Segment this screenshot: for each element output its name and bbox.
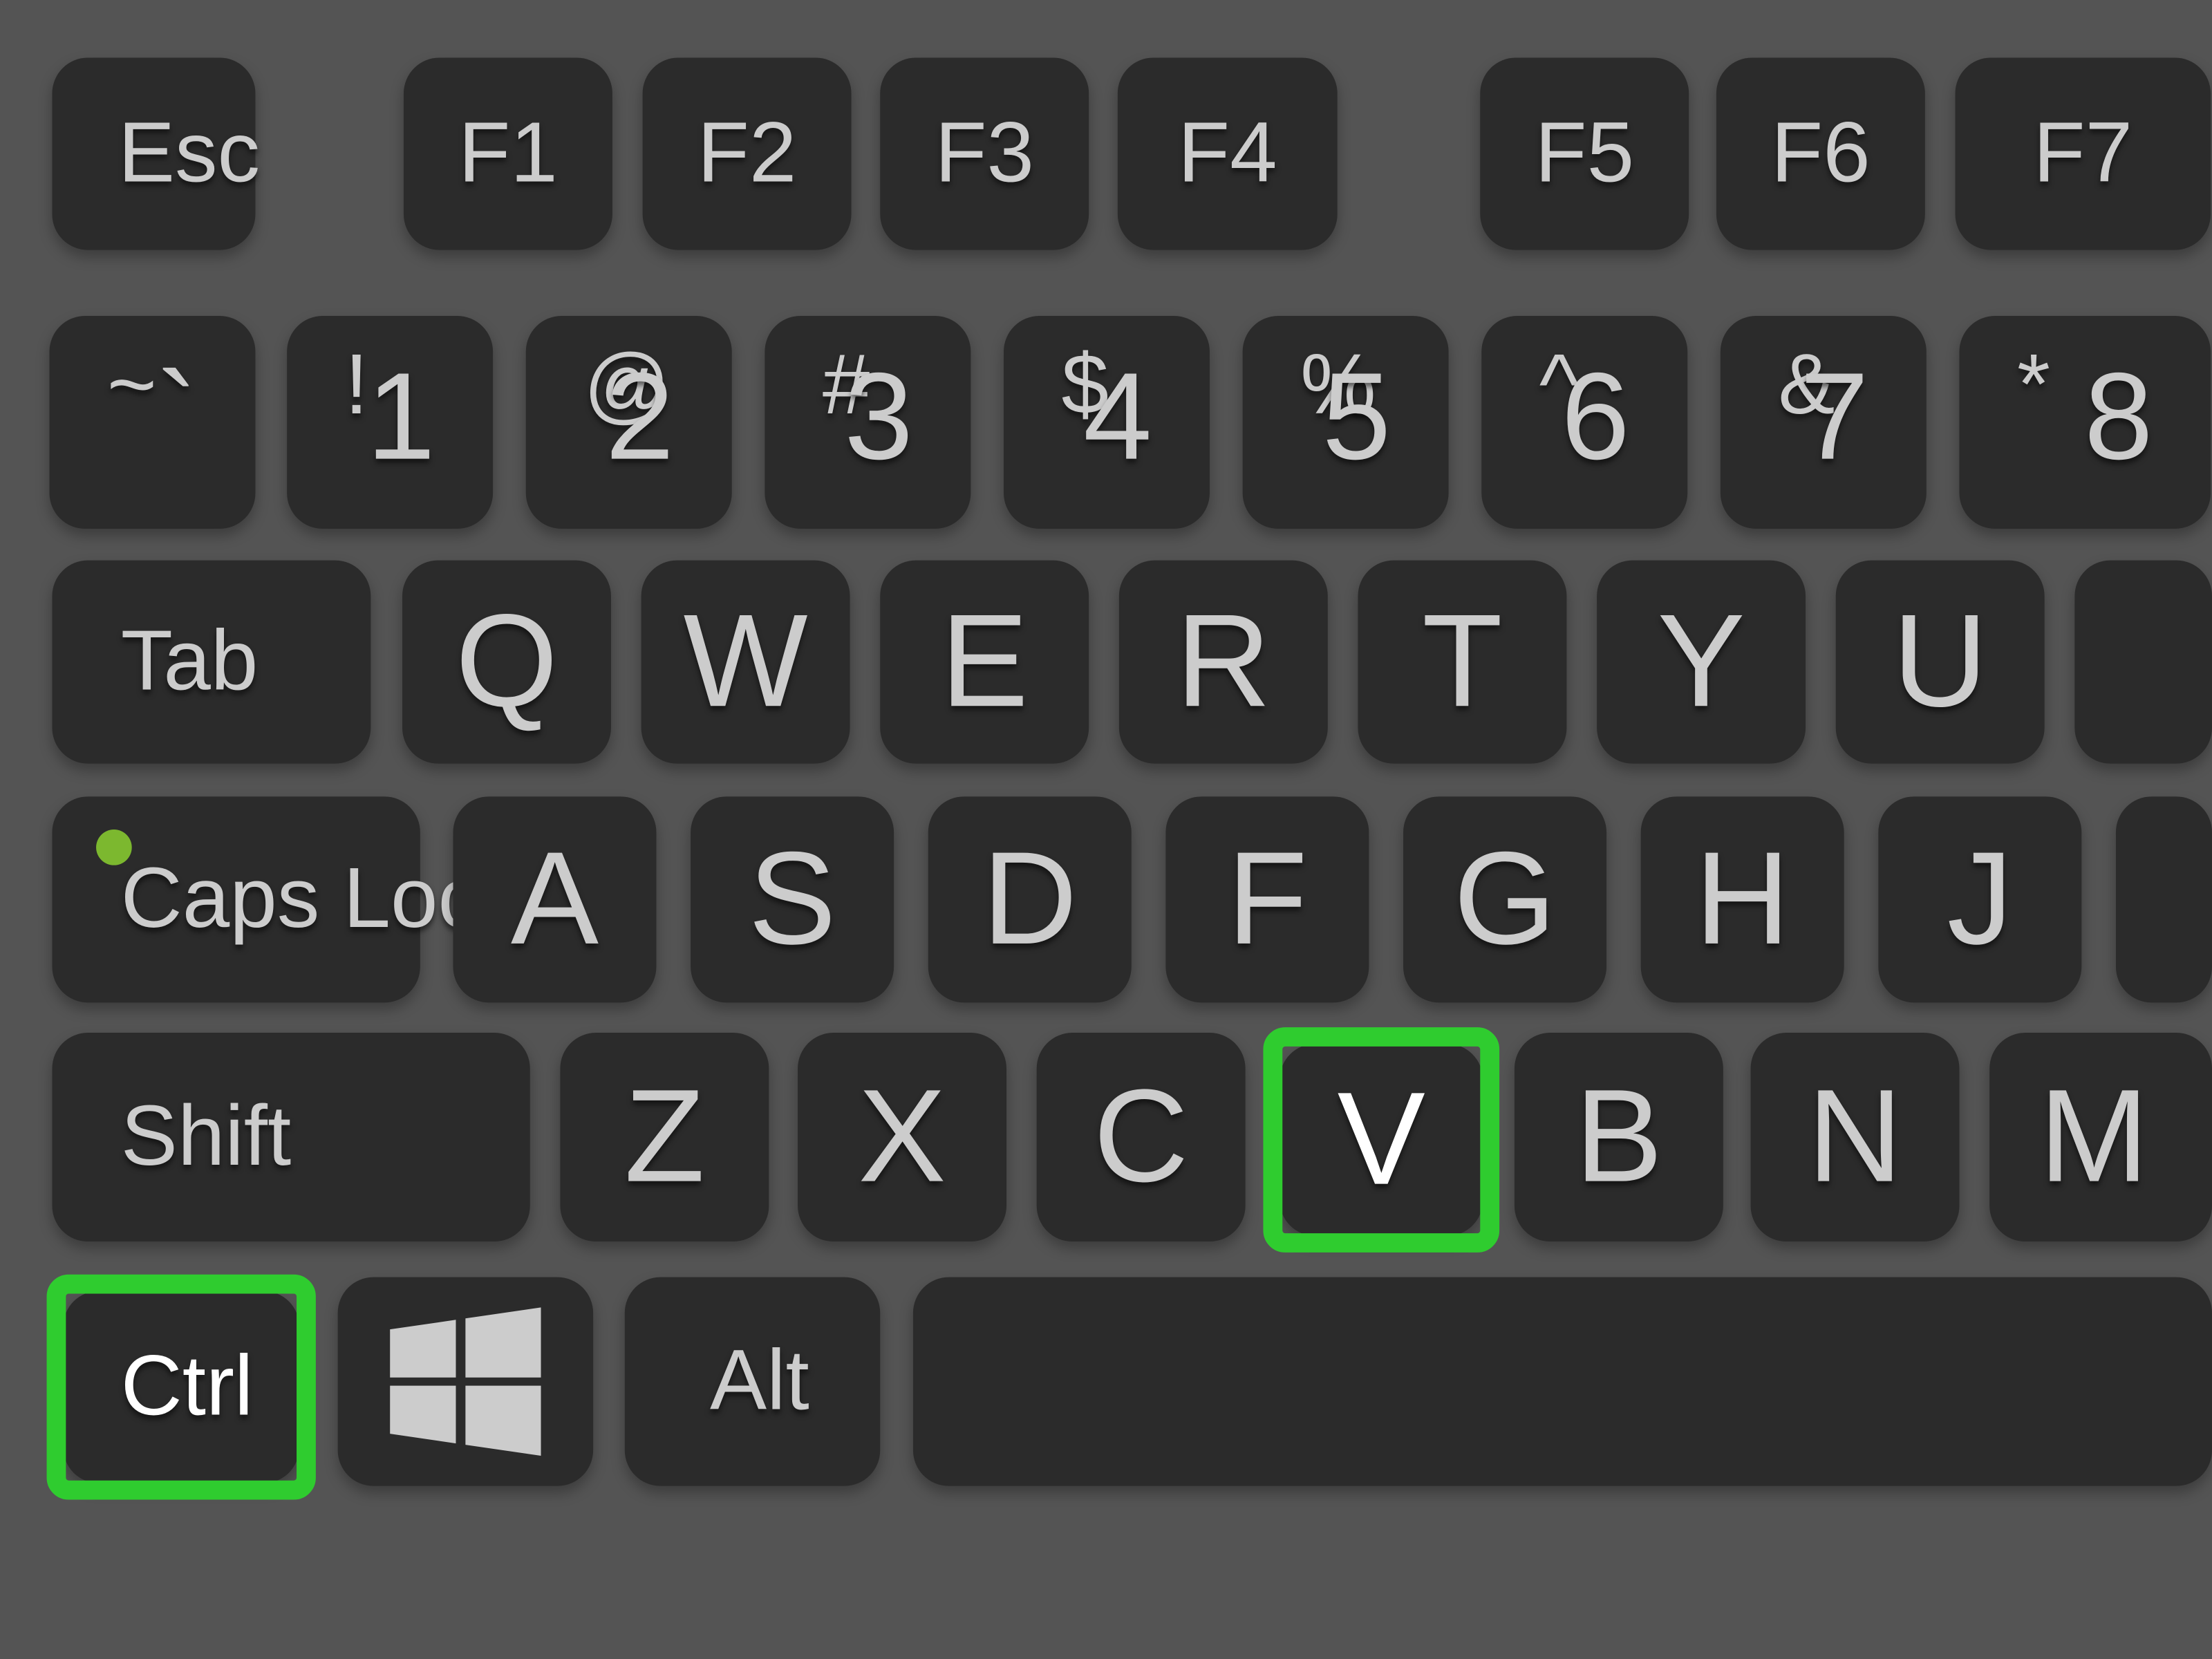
key-f2-label: F2: [697, 105, 797, 201]
key-shift[interactable]: Shift: [52, 1033, 530, 1242]
key-shift-label: Shift: [120, 1089, 292, 1184]
key-f2[interactable]: F2: [642, 57, 852, 250]
key-m[interactable]: M: [1989, 1033, 2212, 1242]
key-6[interactable]: ^ 6: [1481, 315, 1688, 529]
key-z-label: Z: [624, 1062, 705, 1210]
key-r-label: R: [1175, 588, 1271, 735]
key-8-base-label: 8: [2084, 348, 2153, 487]
key-esc[interactable]: Esc: [52, 57, 260, 250]
key-ctrl[interactable]: Ctrl: [63, 1291, 300, 1483]
key-y-label: Y: [1657, 588, 1745, 735]
key-5-base-label: 5: [1322, 348, 1391, 487]
key-v[interactable]: V: [1280, 1043, 1483, 1237]
key-alt-label: Alt: [709, 1333, 809, 1429]
key-backtick-shift-label: ~: [106, 337, 157, 433]
key-f1[interactable]: F1: [403, 57, 612, 250]
key-tab[interactable]: Tab: [52, 560, 371, 764]
key-f3-label: F3: [935, 105, 1035, 201]
key-z[interactable]: Z: [560, 1033, 769, 1242]
key-r[interactable]: R: [1118, 560, 1328, 764]
key-a[interactable]: A: [453, 796, 657, 1003]
key-w[interactable]: W: [641, 560, 850, 764]
key-f7[interactable]: F7: [1955, 57, 2211, 250]
key-2[interactable]: @ 2: [525, 315, 732, 529]
key-f5-label: F5: [1535, 105, 1635, 201]
key-f[interactable]: F: [1165, 796, 1369, 1003]
key-7-base-label: 7: [1799, 348, 1869, 487]
key-d[interactable]: D: [928, 796, 1132, 1003]
key-top-row-partial[interactable]: [2074, 560, 2212, 764]
key-3[interactable]: # 3: [765, 315, 971, 529]
key-a-label: A: [510, 825, 599, 973]
key-esc-label: Esc: [118, 105, 261, 201]
key-alt[interactable]: Alt: [624, 1277, 881, 1486]
windows-logo-icon: [390, 1307, 541, 1456]
key-caps-lock[interactable]: Caps Lock: [52, 796, 523, 1003]
key-m-label: M: [2038, 1062, 2149, 1210]
key-8[interactable]: * 8: [1959, 315, 2211, 529]
key-1[interactable]: ! 1: [287, 315, 494, 529]
key-g[interactable]: G: [1403, 796, 1607, 1003]
key-tab-label: Tab: [120, 614, 259, 709]
key-q-label: Q: [455, 588, 559, 735]
key-7[interactable]: & 7: [1720, 315, 1927, 529]
key-c-label: C: [1093, 1062, 1189, 1210]
key-f4[interactable]: F4: [1117, 57, 1338, 250]
key-f6[interactable]: F6: [1716, 57, 1925, 250]
key-e[interactable]: E: [880, 560, 1089, 764]
key-home-row-partial[interactable]: [2115, 796, 2212, 1003]
key-f-label: F: [1227, 825, 1308, 973]
key-n[interactable]: N: [1750, 1033, 1960, 1242]
key-g-label: G: [1453, 825, 1557, 973]
key-3-base-label: 3: [844, 348, 913, 487]
key-5[interactable]: % 5: [1242, 315, 1449, 529]
key-1-base-label: 1: [366, 348, 435, 487]
key-t-label: T: [1422, 588, 1503, 735]
key-windows[interactable]: [337, 1277, 594, 1486]
key-s[interactable]: S: [691, 796, 894, 1003]
key-4[interactable]: $ 4: [1004, 315, 1210, 529]
key-4-base-label: 4: [1083, 348, 1152, 487]
key-q[interactable]: Q: [402, 560, 611, 764]
key-f4-label: F4: [1177, 105, 1277, 201]
key-h[interactable]: H: [1640, 796, 1844, 1003]
key-space[interactable]: [912, 1277, 2212, 1486]
key-f7-label: F7: [2033, 105, 2133, 201]
key-b[interactable]: B: [1514, 1033, 1723, 1242]
key-x[interactable]: X: [798, 1033, 1006, 1242]
key-y[interactable]: Y: [1597, 560, 1806, 764]
key-b-label: B: [1575, 1062, 1663, 1210]
key-ctrl-label: Ctrl: [120, 1339, 254, 1434]
key-f3[interactable]: F3: [880, 57, 1089, 250]
key-x-label: X: [858, 1062, 946, 1210]
key-u[interactable]: U: [1835, 560, 2045, 764]
key-c[interactable]: C: [1036, 1033, 1246, 1242]
key-d-label: D: [982, 825, 1078, 973]
key-u-label: U: [1892, 588, 1988, 735]
key-j-label: J: [1947, 825, 2013, 973]
key-n-label: N: [1807, 1062, 1903, 1210]
keyboard-screenshot: Esc F1 F2 F3 F4 F5 F6 F7 ~ ` ! 1 @ 2 # 3…: [0, 0, 2212, 1659]
key-e-label: E: [940, 588, 1029, 735]
key-f5[interactable]: F5: [1480, 57, 1689, 250]
key-2-base-label: 2: [605, 348, 675, 487]
key-h-label: H: [1694, 825, 1790, 973]
key-backtick-base-label: `: [156, 348, 198, 487]
key-v-label: V: [1337, 1065, 1425, 1213]
key-w-label: W: [683, 588, 808, 735]
key-backtick[interactable]: ~ `: [49, 315, 256, 529]
key-1-shift-label: !: [344, 337, 368, 433]
key-s-label: S: [748, 825, 836, 973]
key-t[interactable]: T: [1358, 560, 1567, 764]
key-6-base-label: 6: [1561, 348, 1630, 487]
key-f1-label: F1: [458, 105, 558, 201]
key-f6-label: F6: [1771, 105, 1871, 201]
key-8-shift-label: *: [2016, 337, 2050, 433]
key-j[interactable]: J: [1878, 796, 2082, 1003]
